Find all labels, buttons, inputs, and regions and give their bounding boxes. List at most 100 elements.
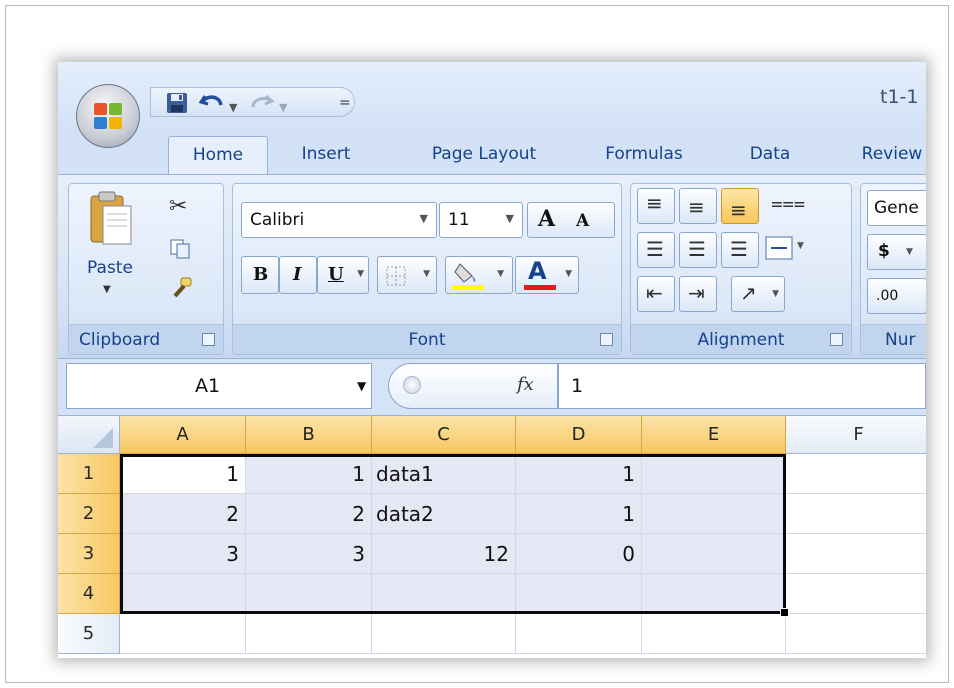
cell-c1[interactable]: data1 [372,454,516,494]
font-color-button[interactable]: A ▼ [515,256,579,294]
paste-button[interactable]: Paste ▼ [75,188,145,316]
increase-decimal-button[interactable]: .00 [867,278,926,314]
cell-a3[interactable]: 3 [120,534,246,574]
align-bottom-button[interactable]: ≡ [721,188,759,224]
formula-input[interactable]: 1 [558,363,926,409]
font-size-select[interactable]: 11 ▼ [439,202,523,238]
merge-center-icon[interactable]: ▼ [765,236,811,264]
borders-button[interactable]: ▼ [377,256,437,294]
font-launcher-icon[interactable] [600,333,613,346]
name-box[interactable]: A1 ▼ [66,363,372,409]
cell-c4[interactable] [372,574,516,614]
grow-font-button[interactable]: A A [527,202,615,238]
worksheet-grid: A B C D E F 1 2 3 4 5 1 1 data1 1 2 2 da… [58,416,926,658]
cell-e3[interactable] [642,534,786,574]
wrap-text-icon[interactable]: ⩶ [771,190,805,214]
currency-button[interactable]: $ ▼ [867,234,926,270]
name-box-dropdown-icon[interactable]: ▼ [357,364,366,408]
cell-f4[interactable] [786,574,926,614]
tab-home[interactable]: Home [168,136,268,174]
font-name-select[interactable]: Calibri ▼ [241,202,437,238]
tab-review[interactable]: Review [852,136,926,174]
customize-qat-icon[interactable]: = [339,92,351,114]
row-header-2[interactable]: 2 [58,494,120,534]
cell-b2[interactable]: 2 [246,494,372,534]
italic-button[interactable]: I [279,256,317,294]
tab-data[interactable]: Data [740,136,800,174]
cell-f3[interactable] [786,534,926,574]
select-all-button[interactable] [58,416,120,454]
tab-insert[interactable]: Insert [286,136,366,174]
row-header-1[interactable]: 1 [58,454,120,494]
column-header-e[interactable]: E [642,416,786,454]
orientation-icon: ↗ [740,281,757,305]
save-icon[interactable] [165,91,189,120]
cell-d3[interactable]: 0 [516,534,642,574]
cell-d1[interactable]: 1 [516,454,642,494]
cut-icon[interactable]: ✂ [169,194,187,219]
fill-handle[interactable] [780,608,789,617]
decrease-indent-button[interactable]: ⇤ [637,276,675,312]
underline-button[interactable]: U ▼ [317,256,369,294]
number-group: Gene $ ▼ .00 Nur [860,183,926,355]
title-bar: ▼ ▼ = t1-1 [58,62,926,132]
font-name-dropdown-icon: ▼ [419,212,428,225]
copy-icon[interactable] [169,238,191,264]
cell-d5[interactable] [516,614,642,654]
fill-color-button[interactable]: ▼ [445,256,513,294]
cell-c3[interactable]: 12 [372,534,516,574]
tab-formulas[interactable]: Formulas [594,136,694,174]
office-button[interactable] [76,84,140,148]
cell-b3[interactable]: 3 [246,534,372,574]
column-header-c[interactable]: C [372,416,516,454]
cell-f2[interactable] [786,494,926,534]
cell-e4[interactable] [642,574,786,614]
cell-e5[interactable] [642,614,786,654]
row-header-4[interactable]: 4 [58,574,120,614]
cell-f1[interactable] [786,454,926,494]
alignment-launcher-icon[interactable] [830,333,843,346]
align-center-button[interactable]: ☰ [679,232,717,268]
clipboard-launcher-icon[interactable] [202,333,215,346]
cell-d2[interactable]: 1 [516,494,642,534]
redo-dropdown-icon[interactable]: ▼ [279,97,287,119]
orientation-button[interactable]: ↗ ▼ [731,276,785,312]
cell-e2[interactable] [642,494,786,534]
number-format-select[interactable]: Gene [867,190,926,226]
cell-b5[interactable] [246,614,372,654]
cell-b4[interactable] [246,574,372,614]
align-top-button[interactable]: ≡ [637,188,675,224]
row-header-5[interactable]: 5 [58,614,120,654]
ribbon-tabs: Home Insert Page Layout Formulas Data Re… [58,132,926,174]
column-header-f[interactable]: F [786,416,926,454]
format-painter-icon[interactable] [169,276,193,304]
cell-e1[interactable] [642,454,786,494]
cell-f5[interactable] [786,614,926,654]
cell-a4[interactable] [120,574,246,614]
formula-expand-icon[interactable] [403,376,421,394]
insert-function-icon[interactable]: fx [517,374,534,395]
align-middle-button[interactable]: ≡ [679,188,717,224]
undo-dropdown-icon[interactable]: ▼ [229,97,237,119]
align-left-button[interactable]: ☰ [637,232,675,268]
cell-c5[interactable] [372,614,516,654]
row-header-3[interactable]: 3 [58,534,120,574]
cell-a2[interactable]: 2 [120,494,246,534]
cell-a1[interactable]: 1 [120,454,246,494]
redo-icon[interactable] [249,91,275,120]
align-right-button[interactable]: ☰ [721,232,759,268]
column-header-b[interactable]: B [246,416,372,454]
bold-button[interactable]: B [241,256,279,294]
undo-icon[interactable] [198,91,225,120]
tab-page-layout[interactable]: Page Layout [414,136,554,174]
cell-a5[interactable] [120,614,246,654]
cell-d4[interactable] [516,574,642,614]
cell-b1[interactable]: 1 [246,454,372,494]
alignment-group: ≡ ≡ ≡ ⩶ ☰ ☰ ☰ ▼ ⇤ ⇥ ↗ ▼ Alignment [630,183,852,355]
column-header-d[interactable]: D [516,416,642,454]
cell-c2[interactable]: data2 [372,494,516,534]
grow-font-icon: A [538,206,556,232]
paste-dropdown-icon[interactable]: ▼ [103,284,111,295]
column-header-a[interactable]: A [120,416,246,454]
increase-indent-button[interactable]: ⇥ [679,276,717,312]
